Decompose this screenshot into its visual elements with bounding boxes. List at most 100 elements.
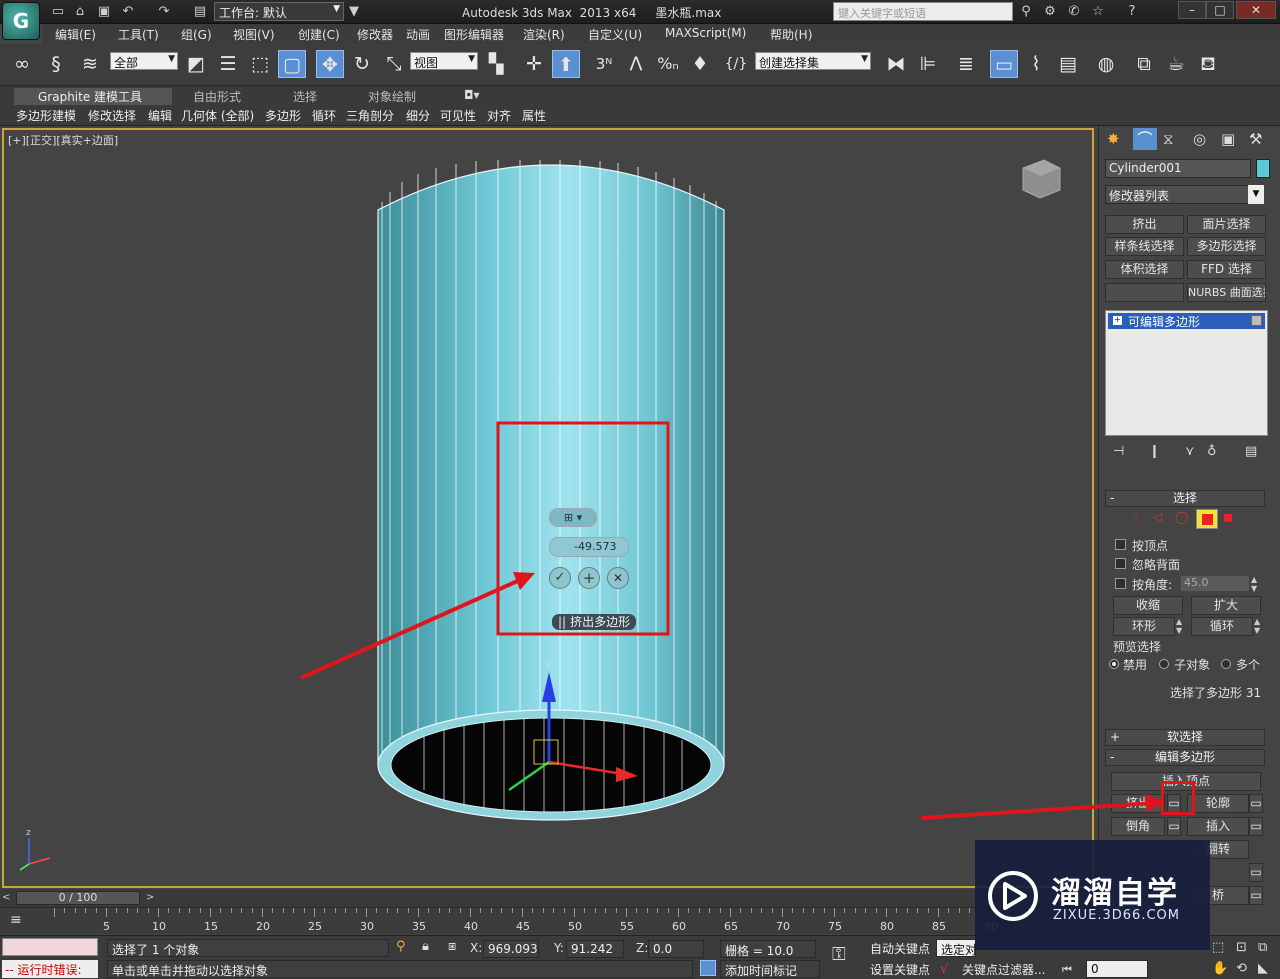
percent-snap-icon[interactable]: %ₙ bbox=[654, 50, 682, 78]
time-slider[interactable]: < 0 / 100 > bbox=[0, 889, 1095, 907]
subscription-icon[interactable]: ⚙ bbox=[1042, 4, 1058, 20]
rollout-edit-polygons-header[interactable]: - 编辑多边形 bbox=[1105, 749, 1265, 766]
track-bar[interactable]: ≡ 51015202530354045505560657075808590 bbox=[0, 907, 1095, 934]
caddy-type-dropdown[interactable]: ⊞ ▾ bbox=[549, 508, 597, 527]
preview-off-radio[interactable] bbox=[1109, 659, 1119, 669]
spinner-snap-icon[interactable]: ♦ bbox=[686, 50, 714, 78]
maximize-button[interactable]: □ bbox=[1206, 1, 1234, 19]
ribbon-visibility[interactable]: 可见性 bbox=[440, 107, 476, 124]
ribbon-loops[interactable]: 循环 bbox=[312, 107, 336, 124]
object-name-field[interactable]: Cylinder001 bbox=[1105, 159, 1251, 178]
caddy-cancel-button[interactable]: ✕ bbox=[607, 567, 629, 589]
mod-volume-select-button[interactable]: 体积选择 bbox=[1105, 260, 1184, 279]
set-key-button[interactable]: 设置关键点 bbox=[866, 960, 934, 978]
mirror-icon[interactable]: ⧓ bbox=[882, 50, 910, 78]
ribbon-tab-object-paint[interactable]: 对象绘制 bbox=[368, 88, 416, 105]
ribbon-tab-graphite[interactable]: Graphite 建模工具 bbox=[14, 88, 172, 105]
menu-group[interactable]: 组(G) bbox=[181, 26, 212, 43]
selection-filter-dropdown[interactable]: 全部 ▼ bbox=[110, 52, 178, 70]
ribbon-polygon-modeling[interactable]: 多边形建模 bbox=[16, 107, 76, 124]
caddy-apply-button[interactable]: + bbox=[578, 567, 600, 589]
shrink-button[interactable]: 收缩 bbox=[1113, 596, 1183, 615]
cylinder-mesh[interactable] bbox=[377, 160, 725, 821]
ribbon-tab-selection[interactable]: 选择 bbox=[293, 88, 317, 105]
new-file-icon[interactable]: ▭ bbox=[50, 4, 66, 20]
rendered-frame-icon[interactable]: ☕ bbox=[1162, 50, 1190, 78]
ribbon-triangulation[interactable]: 三角剖分 bbox=[346, 107, 394, 124]
pin-stack-icon[interactable]: ⊣ bbox=[1113, 444, 1124, 459]
ribbon-options-icon[interactable]: ◘▾ bbox=[464, 88, 480, 105]
time-prev-icon[interactable]: < bbox=[2, 892, 10, 903]
schematic-view-icon[interactable]: ▤ bbox=[1054, 50, 1082, 78]
rollout-soft-selection-header[interactable]: + 软选择 bbox=[1105, 729, 1265, 746]
select-object-icon[interactable]: ◩ bbox=[182, 50, 210, 78]
motion-tab-icon[interactable]: ◎ bbox=[1193, 130, 1206, 148]
field-of-view-icon[interactable]: ◣ bbox=[1258, 961, 1268, 976]
mod-extrude-button[interactable]: 挤出 bbox=[1105, 215, 1184, 234]
rollout-selection-header[interactable]: - 选择 bbox=[1105, 490, 1265, 507]
pan-view-icon[interactable]: ✋ bbox=[1212, 961, 1228, 976]
menu-tools[interactable]: 工具(T) bbox=[118, 26, 159, 43]
menu-create[interactable]: 创建(C) bbox=[298, 26, 340, 43]
angle-snap-icon[interactable]: Λ bbox=[622, 50, 650, 78]
isolate-selection-icon[interactable]: ⚲ bbox=[396, 939, 406, 954]
display-tab-icon[interactable]: ▣ bbox=[1221, 130, 1235, 148]
ribbon-tab-freeform[interactable]: 自由形式 bbox=[193, 88, 241, 105]
absolute-mode-icon[interactable]: ⧆ bbox=[448, 939, 456, 954]
caddy-height-spinner[interactable]: -49.573 bbox=[549, 537, 629, 557]
favorites-star-icon[interactable]: ☆ bbox=[1090, 4, 1106, 20]
unlink-icon[interactable]: § bbox=[42, 50, 70, 78]
viewport-front[interactable]: [+][正交][真实+边面] z z || 挤出多边形 ⊞ ▾ -49.573 … bbox=[2, 128, 1094, 888]
quick-access-dropdown-icon[interactable]: ▼ bbox=[346, 4, 362, 20]
viewcube[interactable] bbox=[1022, 159, 1061, 199]
outline-settings-button[interactable]: ▭ bbox=[1249, 794, 1263, 813]
menu-animation[interactable]: 动画 bbox=[406, 26, 430, 43]
zoom-extents-icon[interactable]: ⬚ bbox=[1212, 940, 1224, 955]
make-unique-icon[interactable]: ⋎ bbox=[1185, 444, 1195, 459]
graphite-toggle-icon[interactable]: ▭ bbox=[990, 50, 1018, 78]
select-scale-icon[interactable]: ⤡ bbox=[380, 50, 408, 78]
project-folder-icon[interactable]: ▤ bbox=[192, 4, 208, 20]
time-next-icon[interactable]: > bbox=[146, 892, 154, 903]
mod-empty-button[interactable] bbox=[1105, 283, 1184, 302]
ribbon-edit[interactable]: 编辑 bbox=[148, 107, 172, 124]
ribbon-align[interactable]: 对齐 bbox=[487, 107, 511, 124]
modify-tab-icon[interactable]: ⌒ bbox=[1133, 128, 1157, 150]
auto-key-button[interactable]: 自动关键点 bbox=[866, 939, 934, 957]
render-setup-icon[interactable]: ⧉ bbox=[1130, 50, 1158, 78]
modifier-list-dropdown[interactable]: 修改器列表 ▼ bbox=[1105, 185, 1264, 204]
material-editor-icon[interactable]: ◍ bbox=[1092, 50, 1120, 78]
polygon-mode-icon[interactable] bbox=[1196, 509, 1218, 529]
help-icon[interactable]: ? bbox=[1124, 4, 1140, 20]
time-slider-thumb[interactable]: 0 / 100 bbox=[16, 891, 140, 905]
render-teapot-icon[interactable]: ⛾ bbox=[1194, 50, 1222, 78]
loop-button[interactable]: 循环 bbox=[1191, 617, 1253, 636]
ribbon-geometry-all[interactable]: 几何体 (全部) bbox=[181, 107, 254, 124]
show-end-result-icon[interactable]: ❙ bbox=[1149, 444, 1160, 459]
bridge-settings2-button[interactable]: ▭ bbox=[1249, 886, 1263, 905]
ribbon-polygons[interactable]: 多边形 bbox=[265, 107, 301, 124]
mod-ffd-select-button[interactable]: FFD 选择 bbox=[1187, 260, 1266, 279]
configure-modifier-sets-icon[interactable]: ▤ bbox=[1245, 444, 1257, 459]
grow-button[interactable]: 扩大 bbox=[1191, 596, 1261, 615]
save-icon[interactable]: ▣ bbox=[96, 4, 112, 20]
preview-multi-radio[interactable] bbox=[1221, 659, 1231, 669]
current-frame-field[interactable]: 0 bbox=[1086, 960, 1148, 978]
binoculars-icon[interactable]: ⚲ bbox=[1018, 4, 1034, 20]
inset-settings-button[interactable]: ▭ bbox=[1249, 817, 1263, 836]
minimize-button[interactable]: – bbox=[1178, 1, 1206, 19]
app-logo[interactable]: G bbox=[2, 2, 40, 40]
angle-spinner[interactable]: 45.0 bbox=[1181, 576, 1249, 591]
select-rotate-icon[interactable]: ↻ bbox=[348, 50, 376, 78]
maxscript-listener-input[interactable] bbox=[2, 938, 98, 956]
outline-button[interactable]: 轮廓 bbox=[1187, 794, 1249, 813]
close-button[interactable]: ✕ bbox=[1236, 1, 1276, 19]
align-icon[interactable]: ⊫ bbox=[914, 50, 942, 78]
set-key-icon[interactable]: ⚿ bbox=[832, 944, 846, 965]
link-icon[interactable]: ∞ bbox=[8, 50, 36, 78]
x-coordinate-field[interactable]: 969.093 bbox=[483, 940, 539, 958]
workspace-select[interactable]: 工作台: 默认 ▼ bbox=[214, 2, 344, 21]
menu-rendering[interactable]: 渲染(R) bbox=[523, 26, 565, 43]
element-mode-icon[interactable]: ◼ bbox=[1223, 510, 1233, 524]
edit-named-selection-icon[interactable]: {/} bbox=[722, 50, 750, 78]
